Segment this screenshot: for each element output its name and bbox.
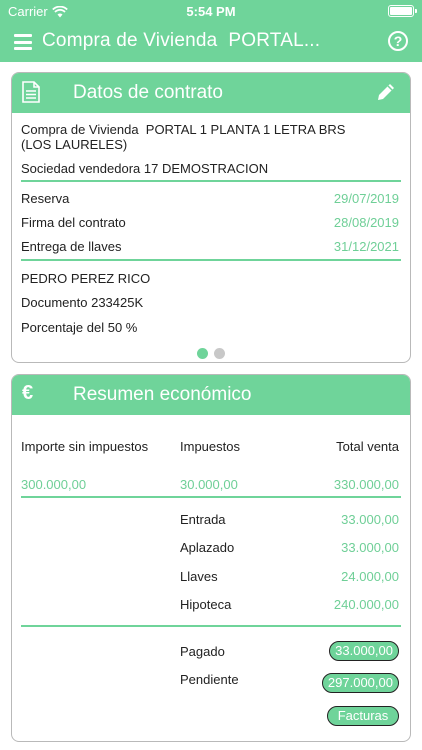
breakdown-label-llaves: Llaves xyxy=(180,569,218,584)
seller-name: Sociedad vendedora 17 DEMOSTRACION xyxy=(21,161,269,176)
app-header: Carrier 5:54 PM Compra de Vivienda PORTA… xyxy=(0,0,422,62)
breakdown-value-aplazado: 33.000,00 xyxy=(341,540,399,555)
contract-description-line2: (LOS LAURELES) xyxy=(21,137,128,152)
date-label-entrega: Entrega de llaves xyxy=(21,239,122,254)
help-icon[interactable]: ? xyxy=(388,31,408,51)
header-base: Importe sin impuestos xyxy=(21,439,149,454)
pending-label: Pendiente xyxy=(180,672,239,687)
header-taxes: Impuestos xyxy=(180,439,240,454)
page-dot-2[interactable] xyxy=(214,348,225,359)
divider xyxy=(21,259,401,261)
buyer-document: Documento 233425K xyxy=(21,295,144,310)
divider xyxy=(21,496,401,498)
date-value-firma: 28/08/2019 xyxy=(333,215,399,230)
contract-description-line1: Compra de Vivienda PORTAL 1 PLANTA 1 LET… xyxy=(21,122,346,137)
contract-card: Datos de contrato Compra de Vivienda POR… xyxy=(11,72,411,363)
status-time: 5:54 PM xyxy=(186,4,236,19)
pending-amount-badge[interactable]: 297.000,00 xyxy=(321,673,399,693)
date-label-firma: Firma del contrato xyxy=(21,215,126,230)
breakdown-label-hipoteca: Hipoteca xyxy=(180,597,232,612)
divider xyxy=(21,625,401,627)
value-base: 300.000,00 xyxy=(21,477,87,492)
buyer-name: PEDRO PEREZ RICO xyxy=(21,271,151,286)
breakdown-value-hipoteca: 240.000,00 xyxy=(333,597,399,612)
page-dot-1[interactable] xyxy=(197,348,208,359)
battery-icon xyxy=(388,5,417,17)
header-total: Total venta xyxy=(336,439,399,454)
ownership-percentage: Porcentaje del 50 % xyxy=(21,320,138,335)
breakdown-value-llaves: 24.000,00 xyxy=(341,569,399,584)
paid-label: Pagado xyxy=(180,644,225,659)
divider xyxy=(21,180,401,182)
value-taxes: 30.000,00 xyxy=(180,477,238,492)
euro-icon: € xyxy=(22,382,34,404)
date-value-entrega: 31/12/2021 xyxy=(333,239,399,254)
edit-icon[interactable] xyxy=(376,82,396,102)
contract-card-header: Datos de contrato xyxy=(12,73,410,113)
status-bar: Carrier 5:54 PM xyxy=(0,0,422,22)
date-label-reserva: Reserva xyxy=(21,191,70,206)
summary-card-header: € Resumen económico xyxy=(12,375,410,415)
value-total: 330.000,00 xyxy=(333,477,399,492)
date-value-reserva: 29/07/2019 xyxy=(333,191,399,206)
page-title: Compra de Vivienda PORTAL... xyxy=(42,30,321,51)
breakdown-label-entrada: Entrada xyxy=(180,512,226,527)
menu-icon[interactable] xyxy=(14,34,32,50)
summary-card-title: Resumen económico xyxy=(73,384,252,405)
breakdown-label-aplazado: Aplazado xyxy=(180,540,235,555)
invoices-button[interactable]: Facturas xyxy=(327,706,399,726)
page-indicator xyxy=(12,346,410,362)
navbar: Compra de Vivienda PORTAL... ? xyxy=(0,24,422,60)
summary-card: € Resumen económico Importe sin impuesto… xyxy=(11,374,411,742)
document-icon xyxy=(22,81,40,103)
breakdown-value-entrada: 33.000,00 xyxy=(341,512,399,527)
paid-amount-badge[interactable]: 33.000,00 xyxy=(329,641,399,661)
contract-card-title: Datos de contrato xyxy=(73,82,223,103)
